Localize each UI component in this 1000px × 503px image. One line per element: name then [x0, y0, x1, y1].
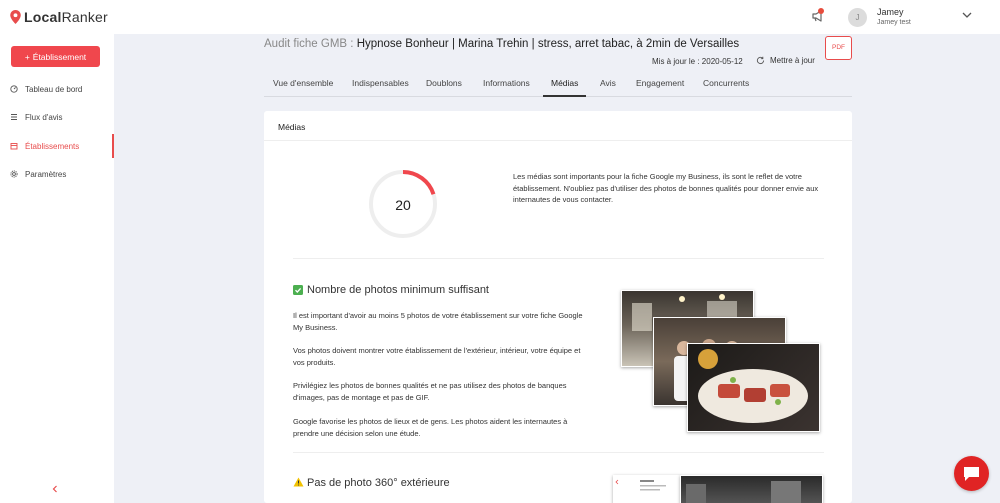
divider — [293, 258, 824, 259]
divider — [293, 452, 824, 453]
sidebar-item-dashboard[interactable]: Tableau de bord — [10, 81, 114, 97]
business-name: Hypnose Bonheur | Marina Trehin | stress… — [356, 38, 740, 50]
active-indicator — [112, 134, 114, 158]
user-account: Jamey test — [877, 19, 911, 26]
tab-media[interactable]: Médias — [551, 78, 578, 88]
paragraph-3: Privilégiez les photos de bonnes qualité… — [293, 381, 567, 402]
sidebar: + Établissement Tableau de bord Flux d'a… — [0, 34, 114, 503]
chat-bubble-icon — [964, 467, 979, 481]
section-title-360-photo: Pas de photo 360° extérieure — [307, 477, 450, 489]
logo-text: LocalRanker — [24, 9, 108, 25]
check-icon — [293, 285, 303, 295]
tab-duplicates[interactable]: Doublons — [426, 78, 462, 88]
card-title: Médias — [278, 122, 306, 132]
media-card: Médias 20 Les médias sont importants pou… — [264, 111, 852, 503]
photo-screenshot-listing — [613, 475, 681, 503]
paragraph-4: Google favorise les photos de lieux et d… — [293, 417, 568, 438]
refresh-button[interactable]: Mettre à jour — [756, 56, 815, 65]
tab-essentials[interactable]: Indispensables — [352, 78, 409, 88]
chat-button[interactable] — [954, 456, 989, 491]
sidebar-item-reviews[interactable]: Flux d'avis — [10, 109, 114, 125]
store-icon — [10, 143, 18, 150]
user-name: Jamey — [877, 7, 904, 17]
tab-engagement[interactable]: Engagement — [636, 78, 684, 88]
paragraph-1: Il est important d'avoir au moins 5 phot… — [293, 311, 583, 332]
refresh-icon — [756, 56, 765, 64]
active-tab-underline — [543, 95, 586, 97]
page-title: Audit fiche GMB : Hypnose Bonheur | Mari… — [264, 38, 740, 50]
add-establishment-button[interactable]: + Établissement — [11, 46, 100, 67]
gear-icon — [10, 170, 18, 178]
tab-reviews[interactable]: Avis — [600, 78, 616, 88]
sidebar-item-settings[interactable]: Paramètres — [10, 166, 114, 182]
pdf-button[interactable]: PDF — [825, 36, 852, 60]
dashboard-icon — [10, 85, 18, 93]
collapse-sidebar-icon[interactable] — [50, 484, 60, 494]
photo-screenshot-street — [680, 475, 823, 503]
chevron-down-icon[interactable] — [962, 11, 972, 19]
intro-text: Les médias sont importants pour la fiche… — [513, 172, 819, 205]
paragraph-2: Vos photos doivent montrer votre établis… — [293, 346, 581, 367]
section-title-photo-count: Nombre de photos minimum suffisant — [307, 284, 489, 296]
map-pin-icon — [10, 10, 21, 24]
list-icon — [11, 114, 17, 120]
sidebar-item-establishments[interactable]: Établissements — [10, 138, 114, 154]
tab-bar: Vue d'ensemble Indispensables Doublons I… — [264, 72, 852, 97]
updated-date: Mis à jour le : 2020-05-12 — [652, 57, 743, 66]
logo[interactable]: LocalRanker — [10, 9, 108, 25]
notification-badge — [818, 8, 824, 14]
avatar[interactable]: J — [848, 8, 867, 27]
tab-overview[interactable]: Vue d'ensemble — [273, 78, 333, 88]
card-header: Médias — [264, 111, 852, 141]
plus-icon: + — [24, 51, 30, 62]
top-bar: LocalRanker J Jamey Jamey test — [0, 0, 1000, 34]
tab-competitors[interactable]: Concurrents — [703, 78, 749, 88]
tab-information[interactable]: Informations — [483, 78, 530, 88]
score-value: 20 — [395, 197, 411, 213]
photo-food — [687, 343, 820, 432]
warning-icon — [293, 477, 304, 487]
